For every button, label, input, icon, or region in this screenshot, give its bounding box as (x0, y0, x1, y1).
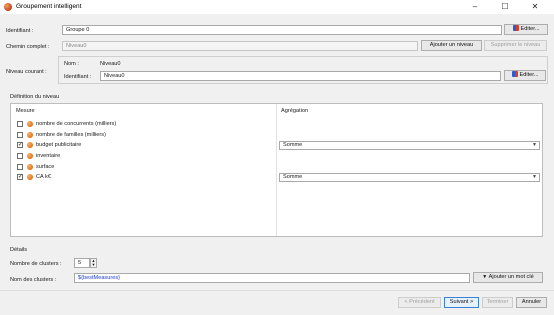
aggregation-select[interactable]: Somme ▼ (279, 141, 540, 150)
editor-icon (512, 25, 519, 31)
finish-button[interactable]: Terminer (482, 297, 513, 308)
measure-checkbox[interactable] (17, 121, 23, 127)
add-keyword-button[interactable]: ▼ Ajouter un mot clé (473, 272, 543, 283)
remove-level-button[interactable]: Supprimer le niveau (484, 40, 547, 51)
clusters-spinner[interactable]: ▲ ▼ (90, 258, 97, 268)
measure-checkbox[interactable] (17, 153, 23, 159)
chevron-down-icon: ▼ (532, 174, 537, 180)
chevron-down-icon: ▼ (532, 142, 537, 148)
maximize-button[interactable]: ☐ (494, 1, 516, 13)
add-keyword-label: Ajouter un mot clé (488, 274, 534, 280)
chevron-down-icon: ▼ (91, 262, 96, 267)
edit-button-label: Editer... (519, 72, 539, 78)
definition-title: Définition du niveau (10, 94, 60, 100)
footer-divider (0, 290, 554, 291)
niveau-id-label: Identifiant : (64, 74, 92, 80)
measure-label: budget publicitaire (36, 142, 82, 148)
measure-icon (27, 142, 33, 148)
measure-icon (27, 132, 33, 138)
details-title: Détails (10, 247, 28, 253)
measure-label: nombre de concurrents (milliers) (36, 121, 117, 127)
measure-checkbox[interactable]: ✓ (17, 142, 23, 148)
chemin-field[interactable]: Niveau0 (62, 41, 418, 51)
identifiant-field[interactable]: Groupe 0 (62, 25, 502, 35)
column-divider (276, 104, 277, 236)
cluster-names-field[interactable]: ${bestMeasures} (74, 273, 470, 283)
col-agregation-header: Agrégation (281, 108, 309, 114)
aggregation-value: Somme (283, 174, 303, 180)
measure-checkbox[interactable] (17, 132, 23, 138)
measure-label: nombre de familles (milliers) (36, 132, 106, 138)
aggregation-value: Somme (283, 142, 303, 148)
chemin-label: Chemin complet : (6, 44, 50, 50)
measure-checkbox[interactable]: ✓ (17, 174, 23, 180)
measure-icon (27, 164, 33, 170)
window-title: Groupement intelligent (16, 3, 82, 10)
clusters-count-field[interactable]: 5 (74, 258, 90, 268)
minimize-button[interactable]: – (464, 1, 486, 13)
col-mesure-header: Mesure (16, 108, 35, 114)
previous-button[interactable]: < Précédent (398, 297, 441, 308)
editor-icon (511, 71, 518, 77)
measure-icon (27, 121, 33, 127)
measure-icon (27, 174, 33, 180)
app-icon (4, 3, 12, 11)
close-button[interactable]: ✕ (524, 1, 546, 13)
edit-button-label: Editer... (520, 26, 540, 32)
clusters-count-label: Nombre de clusters : (10, 261, 62, 267)
niveau-id-field[interactable]: Niveau0 (100, 71, 501, 81)
add-level-button[interactable]: Ajouter un niveau (421, 40, 482, 51)
nom-value: Niveau0 (100, 61, 121, 67)
cluster-names-label: Nom des clusters : (10, 277, 57, 283)
measure-label: inventaire (36, 153, 61, 159)
measure-label: surface (36, 164, 55, 170)
niveau-edit-button[interactable]: Editer... (504, 70, 546, 81)
measure-checkbox[interactable] (17, 164, 23, 170)
cancel-button[interactable]: Annuler (516, 297, 547, 308)
nom-label: Nom : (64, 61, 79, 67)
measure-label: CA k€ (36, 174, 51, 180)
aggregation-select[interactable]: Somme ▼ (279, 173, 540, 182)
measure-icon (27, 153, 33, 159)
next-button[interactable]: Suivant > (444, 297, 479, 308)
niveau-courant-label: Niveau courant : (6, 69, 47, 75)
identifiant-edit-button[interactable]: Editer... (504, 24, 548, 35)
identifiant-label: Identifiant : (6, 28, 34, 34)
